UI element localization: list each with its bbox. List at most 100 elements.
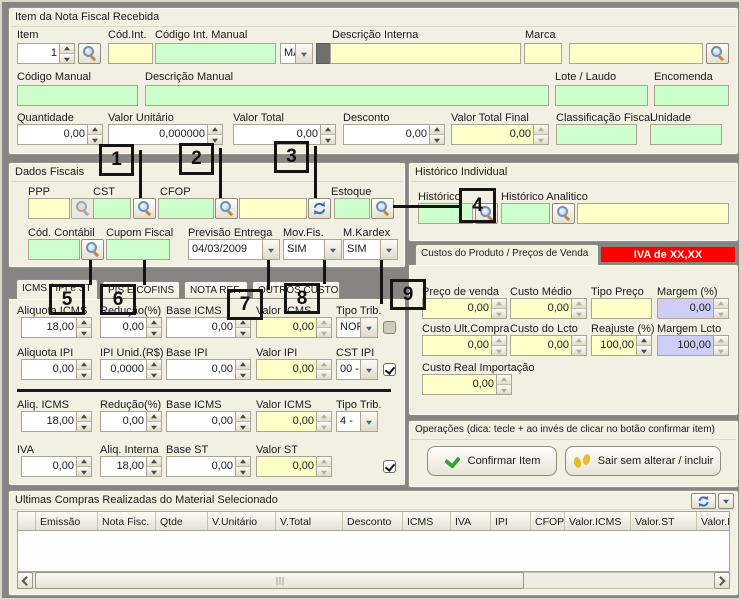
- spinner[interactable]: [235, 412, 250, 431]
- column-header-valor-ipi[interactable]: Valor.I: [697, 512, 730, 530]
- sair-button[interactable]: Sair sem alterar / incluir: [565, 446, 721, 476]
- spinner[interactable]: [235, 318, 250, 337]
- chevron-down-icon[interactable]: [380, 240, 397, 259]
- ultimas-dropdown-button[interactable]: [718, 493, 734, 509]
- spinner[interactable]: [87, 125, 102, 144]
- column-header-desconto[interactable]: Desconto: [343, 512, 403, 530]
- cod-contabil-search-button[interactable]: [81, 239, 104, 260]
- unidade-field[interactable]: [650, 124, 722, 145]
- previsao-entrega-combo[interactable]: 04/03/2009: [188, 239, 280, 260]
- scroll-right-button[interactable]: [714, 572, 730, 589]
- confirmar-item-button[interactable]: Confirmar Item: [427, 446, 557, 476]
- custo-ult-compra-field[interactable]: 0,00: [422, 335, 507, 356]
- column-header-cfop[interactable]: CFOP: [531, 512, 565, 530]
- valor-icms-field[interactable]: 0,00: [256, 317, 332, 338]
- column-header-ipi[interactable]: IPI: [491, 512, 531, 530]
- estoque-search-button[interactable]: [371, 198, 394, 219]
- base-st-field[interactable]: 0,00: [166, 456, 251, 477]
- cfop-search-button[interactable]: [215, 198, 238, 219]
- column-header-valor-st[interactable]: Valor.ST: [631, 512, 697, 530]
- spinner[interactable]: [320, 125, 335, 144]
- tab-custos[interactable]: Custos do Produto / Preços de Venda: [415, 244, 599, 265]
- encomenda-field[interactable]: [654, 85, 729, 106]
- aliquota-ipi-field[interactable]: 0,00: [21, 359, 92, 380]
- aliq-icms-field[interactable]: 18,00: [21, 411, 92, 432]
- spinner[interactable]: [146, 360, 161, 379]
- chevron-down-icon[interactable]: [324, 240, 341, 259]
- estoque-field[interactable]: [334, 198, 370, 219]
- column-header-selector[interactable]: [18, 512, 36, 530]
- item-search-button[interactable]: [78, 43, 101, 64]
- cfop-field[interactable]: [158, 198, 214, 219]
- cst-ipi-combo[interactable]: 00 -: [336, 359, 378, 380]
- scrollbar-thumb[interactable]: [35, 572, 524, 589]
- spinner[interactable]: [76, 412, 91, 431]
- chevron-down-icon[interactable]: [262, 240, 279, 259]
- classificacao-fiscal-field[interactable]: [556, 124, 637, 145]
- column-header-icms[interactable]: ICMS: [403, 512, 451, 530]
- ipi-unid-field[interactable]: 0,0000: [100, 359, 162, 380]
- lote-laudo-field[interactable]: [555, 85, 648, 106]
- preco-venda-field[interactable]: 0,00: [422, 298, 507, 319]
- cfop-refresh-button[interactable]: [308, 198, 331, 219]
- marca-descricao-field[interactable]: [569, 43, 703, 64]
- custo-lcto-field[interactable]: 0,00: [510, 335, 587, 356]
- descricao-manual-field[interactable]: [145, 85, 549, 106]
- column-header-valor-icms[interactable]: Valor.ICMS: [565, 512, 631, 530]
- reducao2-field[interactable]: 0,00: [100, 411, 162, 432]
- scroll-left-button[interactable]: [17, 572, 33, 589]
- valor-icms2-field[interactable]: 0,00: [256, 411, 332, 432]
- marca-search-button[interactable]: [706, 43, 729, 64]
- column-header-qtde[interactable]: Qtde: [156, 512, 208, 530]
- column-header-v-total[interactable]: V.Total: [276, 512, 343, 530]
- spinner[interactable]: [76, 457, 91, 476]
- spinner[interactable]: [636, 336, 651, 355]
- margem-lcto-field[interactable]: 100,00: [657, 335, 729, 356]
- item-field[interactable]: 1: [17, 43, 75, 64]
- item-spinner[interactable]: [59, 44, 74, 63]
- cfop-descricao-field[interactable]: [239, 198, 307, 219]
- cod-int-field[interactable]: [108, 43, 153, 64]
- column-header-v-unitario[interactable]: V.Unitário: [208, 512, 276, 530]
- chevron-down-icon[interactable]: [295, 44, 312, 63]
- codigo-manual-field[interactable]: [17, 85, 138, 106]
- chevron-down-icon[interactable]: [360, 318, 377, 337]
- valor-ipi-field[interactable]: 0,00: [256, 359, 332, 380]
- chevron-down-icon[interactable]: [360, 360, 377, 379]
- column-header-iva[interactable]: IVA: [451, 512, 491, 530]
- base-icms-field[interactable]: 0,00: [166, 317, 251, 338]
- spinner[interactable]: [207, 125, 222, 144]
- cod-contabil-field[interactable]: [28, 239, 80, 260]
- spinner[interactable]: [429, 125, 444, 144]
- tipo-preco-field[interactable]: [591, 298, 652, 319]
- mov-fis-combo[interactable]: SIM: [283, 239, 342, 260]
- reajuste-field[interactable]: 100,00: [591, 335, 652, 356]
- spinner[interactable]: [146, 412, 161, 431]
- cupom-fiscal-field[interactable]: [106, 239, 170, 260]
- chevron-down-icon[interactable]: [360, 412, 377, 431]
- ultimas-refresh-button[interactable]: [691, 493, 716, 509]
- codigo-int-manual-field[interactable]: [155, 43, 276, 64]
- valor-total-final-field[interactable]: 0,00: [451, 124, 549, 145]
- marca-field[interactable]: [524, 43, 562, 64]
- historico-analitico-search-button[interactable]: [552, 203, 575, 224]
- base-icms2-field[interactable]: 0,00: [166, 411, 251, 432]
- custo-medio-field[interactable]: 0,00: [510, 298, 587, 319]
- quantidade-field[interactable]: 0,00: [17, 124, 103, 145]
- ma-combo[interactable]: MA: [280, 43, 313, 64]
- base-ipi-field[interactable]: 0,00: [166, 359, 251, 380]
- tipo-trib-combo[interactable]: NOR: [336, 317, 378, 338]
- aliquota-icms-field[interactable]: 18,00: [21, 317, 92, 338]
- column-header-emissao[interactable]: Emissão: [36, 512, 98, 530]
- valor-unitario-field[interactable]: 0,000000: [108, 124, 223, 145]
- historico-analitico-field[interactable]: [501, 203, 550, 224]
- cst-search-button[interactable]: [133, 198, 156, 219]
- descricao-interna-field[interactable]: [330, 43, 521, 64]
- spinner[interactable]: [146, 318, 161, 337]
- column-header-nota-fisc[interactable]: Nota Fisc.: [98, 512, 156, 530]
- m-kardex-combo[interactable]: SIM: [343, 239, 398, 260]
- custo-real-importacao-field[interactable]: 0,00: [422, 374, 512, 395]
- spinner[interactable]: [235, 457, 250, 476]
- icms-checkbox[interactable]: [383, 321, 396, 334]
- spinner[interactable]: [146, 457, 161, 476]
